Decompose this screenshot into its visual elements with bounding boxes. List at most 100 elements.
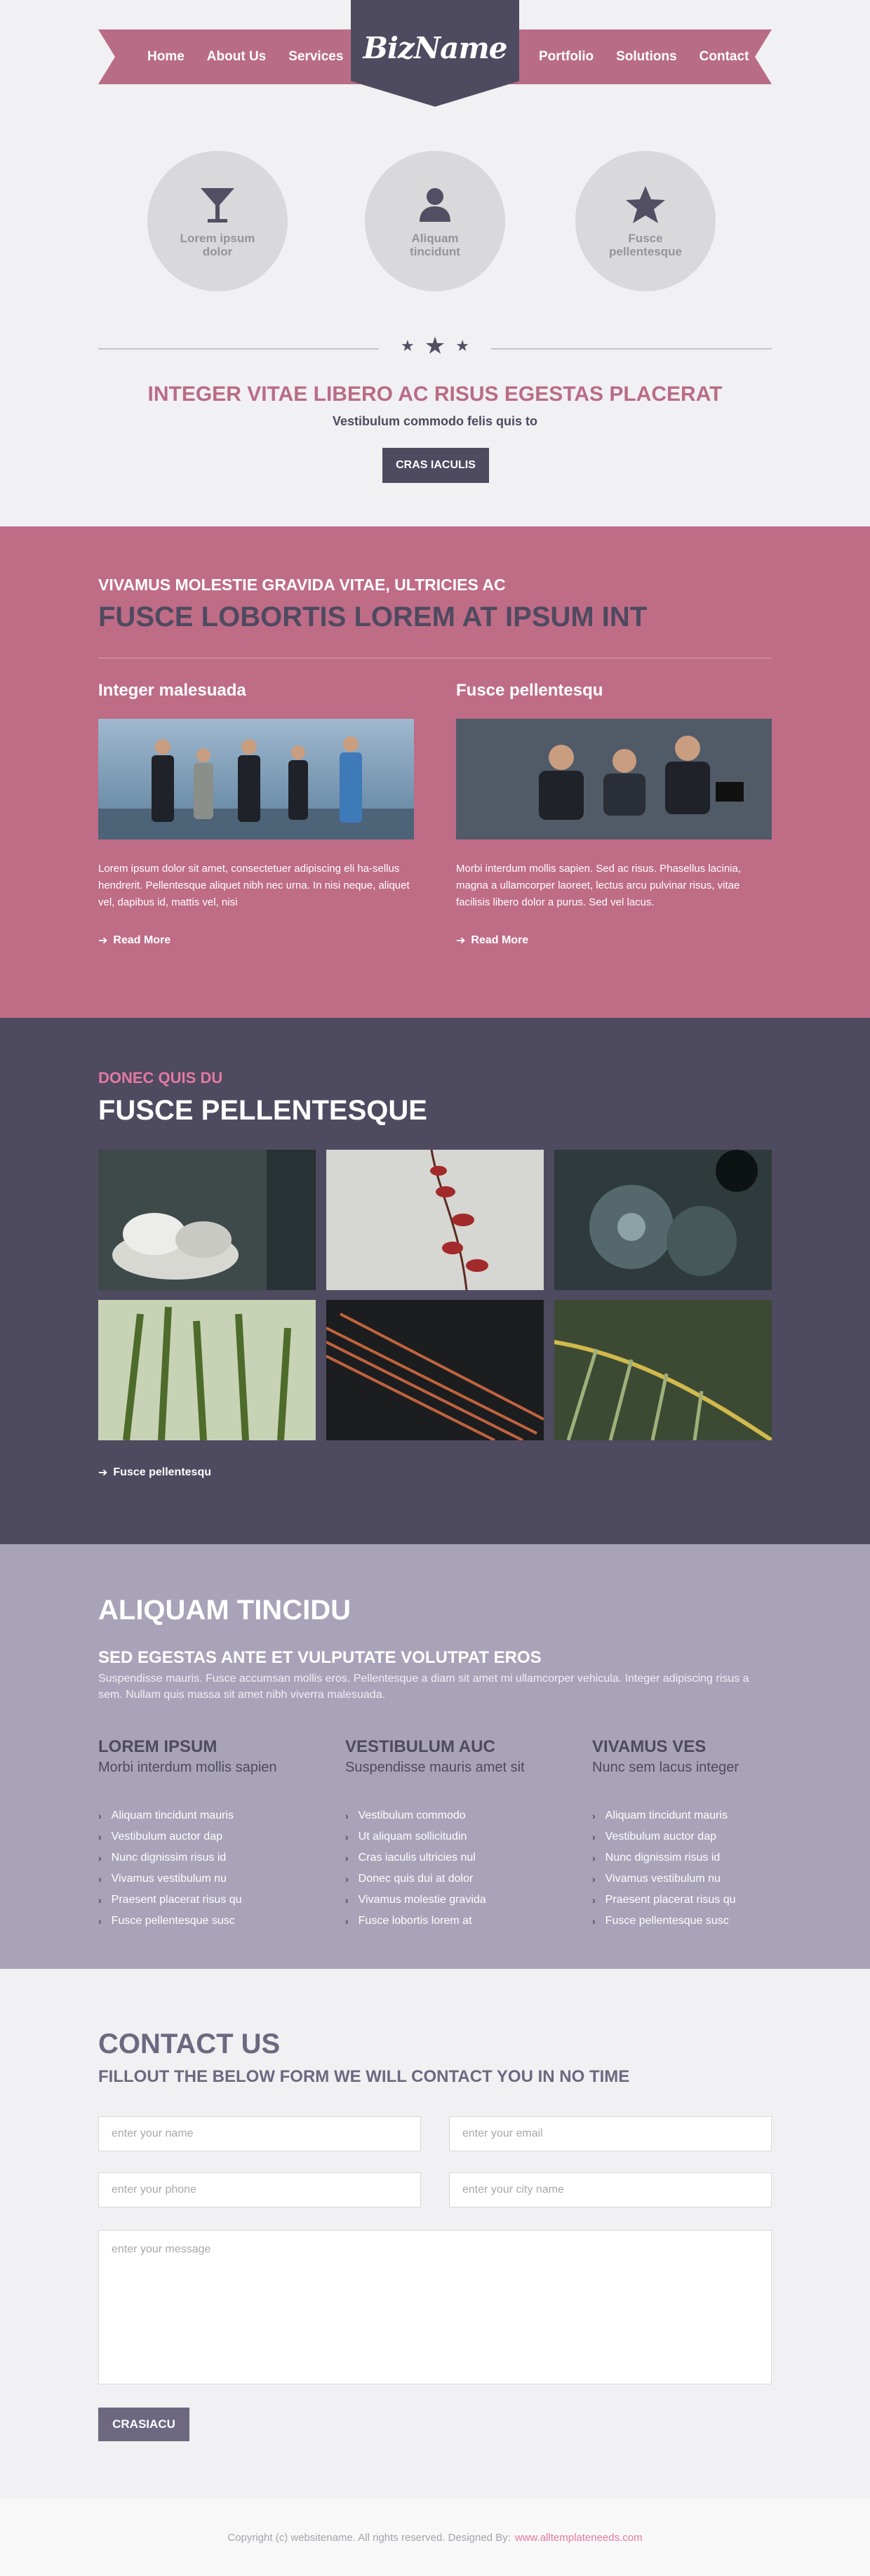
nav-services[interactable]: Services (288, 49, 343, 65)
name-field[interactable] (98, 2116, 421, 2151)
feature-circle-1[interactable]: Lorem ipsum dolor (147, 151, 288, 291)
submit-button[interactable]: CRASIACU (98, 2408, 189, 2441)
list-item[interactable]: › Vestibulum auctor dap (592, 1826, 817, 1847)
lilac-column-1: LOREM IPSUM Morbi interdum mollis sapien… (98, 1737, 323, 1932)
list-item[interactable]: › Vestibulum commodo (345, 1805, 570, 1826)
user-icon (420, 188, 450, 222)
list-item[interactable]: › Vivamus molestie gravida (345, 1890, 570, 1911)
read-more-link[interactable]: ➔ Read More (98, 934, 414, 948)
nav-solutions[interactable]: Solutions (616, 49, 677, 65)
chevron-right-icon: › (345, 1916, 349, 1927)
list-item[interactable]: › Ut aliquam sollicitudin (345, 1826, 570, 1847)
gallery-image-wheat[interactable] (98, 1300, 316, 1440)
gallery-image-feather[interactable] (326, 1300, 544, 1440)
chevron-right-icon: › (98, 1810, 102, 1821)
gallery-image-clouds[interactable] (98, 1150, 316, 1290)
lilac-column-2: VESTIBULUM AUC Suspendisse mauris amet s… (345, 1737, 570, 1932)
pink-column-2: Fusce pellentesqu Morbi interdum mollis … (456, 681, 772, 948)
list-item[interactable]: › Praesent placerat risus qu (98, 1890, 323, 1911)
lilac-section: ALIQUAM TINCIDU SED EGESTAS ANTE ET VULP… (0, 1544, 870, 1969)
list-item[interactable]: › Vestibulum auctor dap (98, 1826, 323, 1847)
list-subheading: Nunc sem lacus integer (592, 1760, 739, 1775)
chevron-right-icon: › (592, 1831, 596, 1843)
chevron-right-icon: › (345, 1852, 349, 1864)
feature-circle-2[interactable]: Aliquam tincidunt (365, 151, 505, 291)
list-item-label: Vestibulum auctor dap (605, 1831, 716, 1843)
fusce-pellentesqu-link[interactable]: ➔ Fusce pellentesqu (98, 1466, 211, 1480)
logo-banner[interactable]: BizName (351, 0, 519, 107)
list-item-label: Cras iaculis ultricies nul (358, 1852, 476, 1864)
intro-subtitle: Vestibulum commodo felis quis to (332, 414, 538, 428)
city-field[interactable] (449, 2172, 772, 2207)
link-list: › Vestibulum commodo › Ut aliquam sollicit… (345, 1805, 570, 1932)
list-item[interactable]: › Aliquam tincidunt mauris (592, 1805, 817, 1826)
lilac-title: ALIQUAM TINCIDU (98, 1595, 351, 1626)
list-item[interactable]: › Praesent placerat risus qu (592, 1890, 817, 1911)
nav-left: Home About Us Services (147, 29, 343, 84)
business-people-photo (456, 719, 772, 839)
list-item-label: Nunc dignissim risus id (111, 1852, 227, 1864)
nav-portfolio[interactable]: Portfolio (539, 49, 594, 65)
pink-section: VIVAMUS MOLESTIE GRAVIDA VITAE, ULTRICIE… (0, 526, 870, 1018)
phone-field[interactable] (98, 2172, 421, 2207)
chevron-right-icon: › (98, 1831, 102, 1843)
column-text: Morbi interdum mollis sapien. Sed ac ris… (456, 863, 742, 908)
nav-contact[interactable]: Contact (700, 49, 749, 65)
feature-circle-3[interactable]: Fusce pellentesque (575, 151, 716, 291)
divider-line-right (491, 348, 772, 350)
list-heading: LOREM IPSUM (98, 1737, 218, 1756)
gallery-kicker: DONEC QUIS DU (98, 1069, 223, 1087)
list-item[interactable]: › Nunc dignissim risus id (98, 1847, 323, 1868)
pink-kicker: VIVAMUS MOLESTIE GRAVIDA VITAE, ULTRICIE… (98, 576, 506, 594)
list-item-label: Praesent placerat risus qu (111, 1894, 242, 1906)
nav-about-us[interactable]: About Us (207, 49, 266, 65)
message-field[interactable] (98, 2230, 772, 2384)
nav-home[interactable]: Home (147, 49, 185, 65)
list-subheading: Suspendisse mauris amet sit (345, 1760, 525, 1775)
email-field[interactable] (449, 2116, 772, 2151)
gallery-title: FUSCE PELLENTESQUE (98, 1095, 427, 1126)
list-item-label: Vivamus vestibulum nu (111, 1873, 227, 1885)
list-item-label: Fusce lobortis lorem at (358, 1915, 472, 1927)
list-item[interactable]: › Vivamus vestibulum nu (98, 1868, 323, 1890)
pink-column-1: Integer malesuada Lorem ipsum dolor sit … (98, 681, 414, 948)
chevron-right-icon: › (345, 1873, 349, 1885)
list-item-label: Donec quis dui at dolor (358, 1873, 474, 1885)
chevron-right-icon: › (345, 1810, 349, 1821)
list-item-label: Vestibulum commodo (358, 1810, 466, 1821)
gallery-image-palm[interactable] (554, 1300, 772, 1440)
gallery-image-water-drops[interactable] (554, 1150, 772, 1290)
gallery-section: DONEC QUIS DU FUSCE PELLENTESQUE ➔ Fusce… (0, 1018, 870, 1544)
list-item[interactable]: › Nunc dignissim risus id (592, 1847, 817, 1868)
list-item-label: Aliquam tincidunt mauris (111, 1810, 234, 1821)
large-star-icon: ★ (424, 333, 446, 359)
footer: Copyright (c) websitename. All rights re… (0, 2499, 870, 2576)
cocktail-glass-icon (201, 188, 234, 223)
intro-title: INTEGER VITAE LIBERO AC RISUS EGESTAS PL… (147, 383, 723, 406)
gallery-link-label: Fusce pellentesqu (113, 1466, 211, 1478)
contact-title: CONTACT US (98, 2029, 281, 2059)
list-item[interactable]: › Fusce pellentesque susc (98, 1911, 323, 1932)
feature-label-1: Lorem ipsum dolor (180, 232, 255, 258)
read-more-link[interactable]: ➔ Read More (456, 934, 772, 948)
arrow-right-icon: ➔ (98, 1467, 108, 1479)
contact-section: CONTACT US FILLOUT THE BELOW FORM WE WIL… (0, 1969, 870, 2499)
lilac-text: Suspendisse mauris. Fusce accumsan molli… (98, 1673, 749, 1701)
list-item[interactable]: › Fusce lobortis lorem at (345, 1911, 570, 1932)
chevron-right-icon: › (98, 1916, 102, 1927)
list-item[interactable]: › Vivamus vestibulum nu (592, 1868, 817, 1890)
list-item[interactable]: › Aliquam tincidunt mauris (98, 1805, 323, 1826)
list-item[interactable]: › Fusce pellentesque susc (592, 1911, 817, 1932)
column-heading: Integer malesuada (98, 681, 246, 700)
cras-iaculis-button[interactable]: CRAS IACULIS (382, 448, 489, 483)
list-item-label: Fusce pellentesque susc (605, 1915, 729, 1927)
gallery-image-red-leaves[interactable] (326, 1150, 544, 1290)
logo[interactable]: BizName (363, 31, 507, 107)
list-item[interactable]: › Donec quis dui at dolor (345, 1868, 570, 1890)
arrow-right-icon: ➔ (456, 935, 466, 947)
designer-link[interactable]: www.alltemplateneeds.com (515, 2532, 643, 2544)
business-team-photo (98, 719, 414, 839)
chevron-right-icon: › (98, 1852, 102, 1864)
list-item-label: Vivamus vestibulum nu (605, 1873, 721, 1885)
list-item[interactable]: › Cras iaculis ultricies nul (345, 1847, 570, 1868)
